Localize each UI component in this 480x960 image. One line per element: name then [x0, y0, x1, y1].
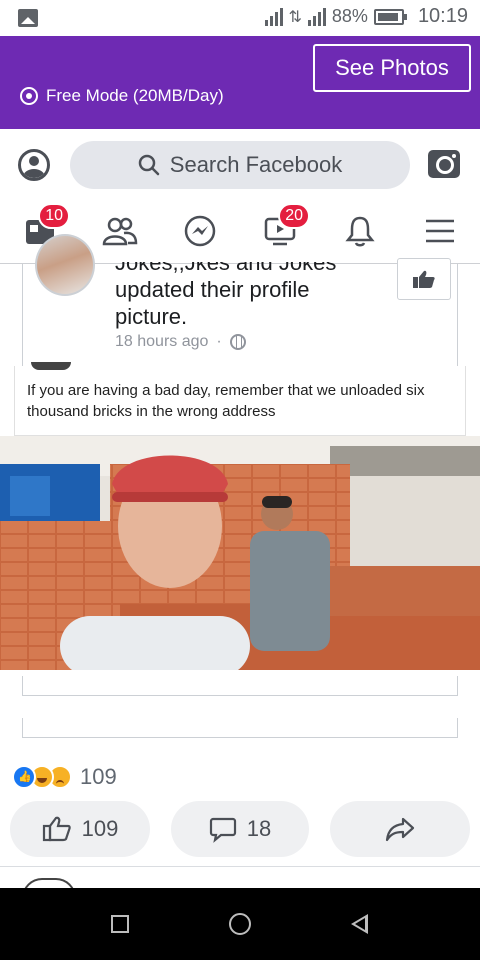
like-button[interactable]: 109 — [10, 801, 150, 857]
camera-icon[interactable] — [428, 150, 460, 178]
nav-friends[interactable] — [98, 209, 142, 253]
post-photo[interactable] — [0, 436, 480, 670]
post-time-text[interactable]: 18 hours ago — [115, 333, 208, 351]
photo-illustration — [0, 436, 480, 670]
free-mode-label: Free Mode (20MB/Day) — [20, 86, 224, 106]
comment-count: 18 — [246, 816, 272, 841]
status-bar-right: ⇅ 88% 10:19 — [264, 5, 468, 28]
free-mode-icon — [20, 87, 38, 105]
home-badge: 10 — [38, 203, 70, 229]
free-mode-banner: Free Mode (20MB/Day) See Photos — [0, 36, 480, 129]
thumbs-up-outline-icon — [42, 816, 71, 842]
post-divider — [0, 866, 480, 867]
battery-percent: 88% — [331, 6, 368, 26]
nav-menu[interactable] — [418, 209, 462, 253]
nav-watch[interactable]: 20 — [258, 203, 310, 253]
meme-top-shape — [31, 362, 71, 370]
nav-notifications[interactable] — [338, 209, 382, 253]
share-icon — [385, 817, 415, 842]
system-nav-bar — [0, 888, 480, 960]
data-arrows-icon: ⇅ — [288, 8, 302, 26]
meme-caption-box: If you are having a bad day, remember th… — [14, 362, 466, 436]
post-text: updated their profile picture. — [115, 277, 310, 329]
see-photos-button[interactable]: See Photos — [313, 44, 471, 92]
like-count: 109 — [81, 816, 119, 841]
like-reaction-icon — [12, 765, 36, 789]
search-input[interactable]: Search Facebook — [70, 141, 410, 189]
reactions-summary[interactable]: 109 — [12, 764, 117, 790]
watch-badge: 20 — [278, 203, 310, 229]
recent-apps-icon[interactable] — [111, 915, 129, 933]
free-mode-text: Free Mode (20MB/Day) — [46, 86, 224, 105]
post-timestamp: 18 hours ago · — [115, 333, 246, 351]
page-avatar[interactable] — [35, 234, 95, 296]
status-bar: ⇅ 88% 10:19 — [0, 0, 480, 36]
nav-messenger[interactable] — [178, 209, 222, 253]
signal-strength-icon — [264, 7, 283, 26]
messenger-icon — [184, 215, 216, 247]
post-time-dot: · — [216, 333, 222, 350]
search-placeholder: Search Facebook — [169, 152, 343, 177]
clock: 10:19 — [417, 5, 468, 27]
profile-icon[interactable] — [18, 149, 50, 181]
battery-icon — [373, 8, 407, 25]
comment-icon — [209, 817, 236, 843]
thumbs-up-icon — [413, 270, 435, 288]
friends-icon — [102, 217, 138, 246]
gallery-notification-icon — [18, 9, 38, 27]
search-row: Search Facebook — [0, 129, 480, 199]
home-icon[interactable] — [229, 913, 251, 935]
like-page-button[interactable] — [397, 258, 451, 300]
share-button[interactable] — [330, 801, 470, 857]
back-icon[interactable] — [351, 914, 368, 934]
embed-box-bottom — [22, 718, 458, 738]
post-card: Jokes,,Jkes and Jokes updated their prof… — [22, 234, 458, 366]
bell-icon — [345, 216, 375, 247]
signal-strength-2-icon — [307, 7, 326, 26]
hamburger-menu-icon — [426, 219, 454, 243]
globe-icon — [229, 334, 246, 350]
comment-button[interactable]: 18 — [171, 801, 309, 857]
embed-box-top — [22, 676, 458, 696]
meme-caption: If you are having a bad day, remember th… — [27, 382, 425, 420]
search-icon — [138, 154, 160, 176]
reactions-count: 109 — [80, 764, 117, 789]
